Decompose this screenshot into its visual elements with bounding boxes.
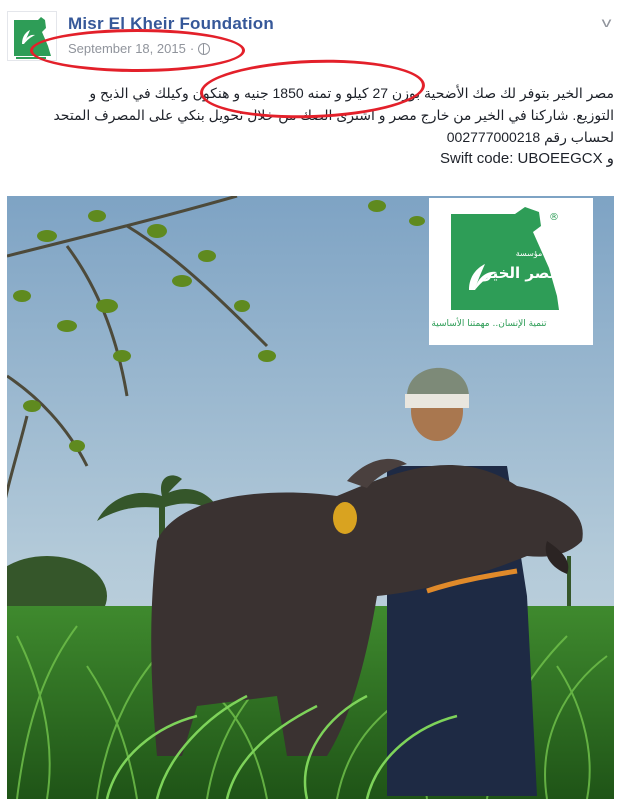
page-name-link[interactable]: Misr El Kheir Foundation: [68, 14, 274, 34]
egypt-map-logo-icon: مصر الخير مؤسسة ® تنمية الإنسان.. مهمتنا…: [429, 198, 593, 345]
logo-prefix: مؤسسة: [516, 249, 543, 258]
page-avatar[interactable]: [7, 11, 57, 61]
post-meta: September 18, 2015 ·: [68, 41, 211, 56]
globe-icon[interactable]: [198, 42, 211, 55]
post-text-line: مصر الخير بتوفر لك صك الأضحية بوزن 27 كي…: [89, 85, 614, 101]
post-text-line: و Swift code: UBOEEGCX: [440, 150, 614, 167]
post-text-line: التوزيع. شاركنا في الخير من خارج مصر و ا…: [53, 107, 614, 123]
misr-el-kheir-logo-icon: [8, 12, 56, 60]
post-text: مصر الخير بتوفر لك صك الأضحية بوزن 27 كي…: [8, 82, 614, 170]
logo-tagline: تنمية الإنسان.. مهمتنا الأساسية: [431, 317, 547, 329]
meta-separator: ·: [189, 41, 195, 56]
post-text-line: لحساب رقم 002777000218: [446, 129, 614, 145]
logo-registered-mark: ®: [549, 212, 559, 223]
chevron-down-icon[interactable]: v: [602, 14, 612, 30]
logo-arabic-name: مصر الخير: [482, 264, 559, 282]
facebook-post: Misr El Kheir Foundation September 18, 2…: [0, 0, 620, 801]
post-date-link[interactable]: September 18, 2015: [68, 41, 186, 56]
foundation-logo-card: مصر الخير مؤسسة ® تنمية الإنسان.. مهمتنا…: [429, 198, 593, 345]
